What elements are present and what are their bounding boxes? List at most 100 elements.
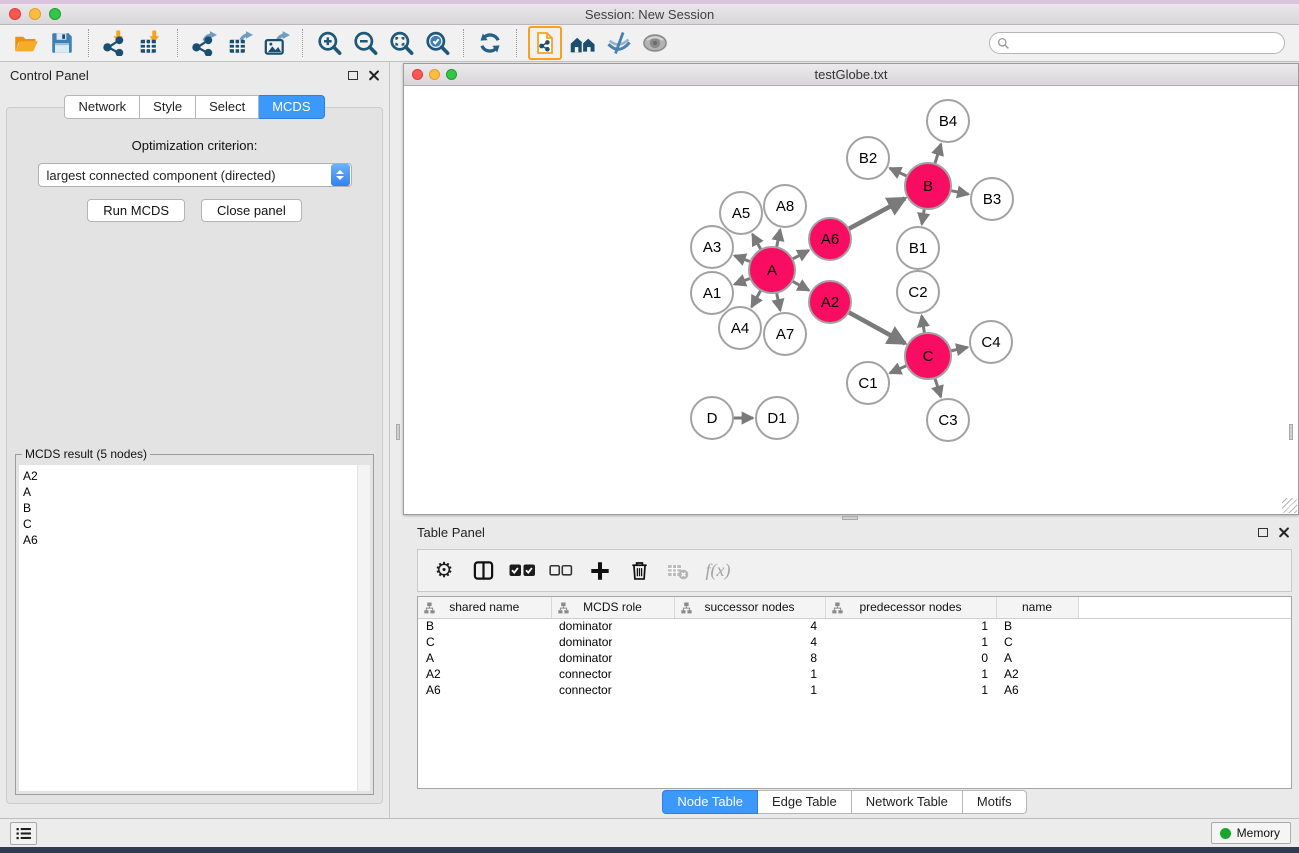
close-panel-icon[interactable] xyxy=(368,70,379,81)
float-table-panel-icon[interactable] xyxy=(1258,528,1268,537)
mcds-result-list[interactable]: A2ABCA6 xyxy=(19,465,370,791)
tab-network[interactable]: Network xyxy=(64,95,140,119)
column-header[interactable]: predecessor nodes xyxy=(825,597,996,618)
save-session-icon[interactable] xyxy=(47,28,77,58)
graph-edge[interactable] xyxy=(922,316,925,334)
graph-edge[interactable] xyxy=(792,250,809,259)
graph-edge[interactable] xyxy=(777,293,781,311)
table-cell[interactable]: A6 xyxy=(418,682,551,698)
table-cell[interactable]: A2 xyxy=(996,666,1078,682)
hide-panels-icon[interactable] xyxy=(604,28,634,58)
table-cell[interactable]: B xyxy=(418,618,551,634)
node-table[interactable]: shared nameMCDS rolesuccessor nodesprede… xyxy=(417,596,1292,789)
graph-edge[interactable] xyxy=(734,278,750,284)
graph-edge[interactable] xyxy=(752,290,761,307)
mcds-result-item[interactable]: A2 xyxy=(23,468,370,484)
export-table-icon[interactable] xyxy=(225,28,255,58)
zoom-out-icon[interactable] xyxy=(350,28,380,58)
table-cell[interactable]: 8 xyxy=(674,650,825,666)
graph-edge[interactable] xyxy=(935,378,941,397)
zoom-in-icon[interactable] xyxy=(314,28,344,58)
mcds-result-item[interactable]: C xyxy=(23,516,370,532)
criterion-dropdown[interactable]: largest connected component (directed) xyxy=(38,163,352,187)
table-cell[interactable]: connector xyxy=(551,682,674,698)
column-header[interactable]: shared name xyxy=(418,597,551,618)
split-divider-handle[interactable] xyxy=(396,424,400,440)
mcds-result-item[interactable]: B xyxy=(23,500,370,516)
close-panel-button[interactable]: Close panel xyxy=(201,199,302,222)
graph-edge[interactable] xyxy=(950,347,967,351)
table-cell[interactable]: connector xyxy=(551,666,674,682)
home-icon[interactable] xyxy=(568,28,598,58)
table-cell[interactable]: B xyxy=(996,618,1078,634)
memory-button[interactable]: Memory xyxy=(1211,822,1291,844)
table-cell[interactable]: 1 xyxy=(825,666,996,682)
window-resize-grip[interactable] xyxy=(1282,498,1297,513)
table-cell[interactable]: 4 xyxy=(674,634,825,650)
table-row[interactable]: Adominator80A xyxy=(418,650,1291,666)
graph-edge[interactable] xyxy=(734,256,750,262)
table-row[interactable]: Bdominator41B xyxy=(418,618,1291,634)
export-network-icon[interactable] xyxy=(189,28,219,58)
import-network-icon[interactable] xyxy=(100,28,130,58)
table-cell[interactable]: C xyxy=(418,634,551,650)
table-row[interactable]: A6connector11A6 xyxy=(418,682,1291,698)
table-settings-gear-icon[interactable]: ⚙ xyxy=(428,555,460,587)
table-cell[interactable]: dominator xyxy=(551,618,674,634)
table-cell[interactable]: 0 xyxy=(825,650,996,666)
table-cell[interactable]: dominator xyxy=(551,634,674,650)
add-icon[interactable] xyxy=(584,555,616,587)
refresh-icon[interactable] xyxy=(475,28,505,58)
graph-edge[interactable] xyxy=(922,209,925,225)
table-cell[interactable]: 1 xyxy=(674,682,825,698)
graph-edge[interactable] xyxy=(935,144,941,164)
tab-node-table[interactable]: Node Table xyxy=(662,790,758,814)
network-document-icon[interactable] xyxy=(528,26,562,60)
delete-icon[interactable] xyxy=(623,555,655,587)
table-row[interactable]: A2connector11A2 xyxy=(418,666,1291,682)
table-cell[interactable]: A6 xyxy=(996,682,1078,698)
graph-edge[interactable] xyxy=(848,312,905,343)
toggle-columns-icon[interactable] xyxy=(467,555,499,587)
table-cell[interactable]: dominator xyxy=(551,650,674,666)
run-mcds-button[interactable]: Run MCDS xyxy=(87,199,185,222)
graph-edge[interactable] xyxy=(951,191,969,195)
search-input[interactable] xyxy=(1014,34,1284,52)
float-panel-icon[interactable] xyxy=(348,71,358,80)
table-cell[interactable]: C xyxy=(996,634,1078,650)
tab-edge-table[interactable]: Edge Table xyxy=(758,790,852,814)
graph-edge[interactable] xyxy=(890,168,907,176)
mcds-result-item[interactable]: A6 xyxy=(23,532,370,548)
table-cell[interactable]: A xyxy=(418,650,551,666)
tab-mcds[interactable]: MCDS xyxy=(259,95,324,119)
open-file-icon[interactable] xyxy=(11,28,41,58)
close-table-panel-icon[interactable] xyxy=(1278,527,1289,538)
table-cell[interactable]: 1 xyxy=(674,666,825,682)
table-cell[interactable]: 4 xyxy=(674,618,825,634)
split-divider-handle[interactable] xyxy=(1289,424,1293,440)
zoom-fit-icon[interactable] xyxy=(386,28,416,58)
task-history-button[interactable] xyxy=(10,822,37,845)
table-cell[interactable]: 1 xyxy=(825,634,996,650)
column-header[interactable]: successor nodes xyxy=(674,597,825,618)
graph-edge[interactable] xyxy=(752,234,761,250)
column-header[interactable]: name xyxy=(996,597,1078,618)
graph-edge[interactable] xyxy=(890,365,907,373)
table-cell[interactable]: 1 xyxy=(825,682,996,698)
graph-edge[interactable] xyxy=(792,281,809,290)
graph-edge[interactable] xyxy=(848,198,905,229)
eye-icon[interactable] xyxy=(640,28,670,58)
table-cell[interactable]: A2 xyxy=(418,666,551,682)
table-cell[interactable]: A xyxy=(996,650,1078,666)
column-header[interactable]: MCDS role xyxy=(551,597,674,618)
network-canvas[interactable]: ABCA2A6A1A3A4A5A7A8B1B2B3B4C1C2C3C4DD1 xyxy=(404,86,1298,514)
export-image-icon[interactable] xyxy=(261,28,291,58)
mcds-result-item[interactable]: A xyxy=(23,484,370,500)
tab-motifs[interactable]: Motifs xyxy=(963,790,1027,814)
search-field[interactable] xyxy=(989,32,1285,54)
network-window-titlebar[interactable]: testGlobe.txt xyxy=(404,64,1298,86)
import-table-icon[interactable] xyxy=(136,28,166,58)
scrollbar[interactable] xyxy=(357,465,370,791)
network-graph[interactable]: ABCA2A6A1A3A4A5A7A8B1B2B3B4C1C2C3C4DD1 xyxy=(404,86,1298,514)
table-cell[interactable]: 1 xyxy=(825,618,996,634)
